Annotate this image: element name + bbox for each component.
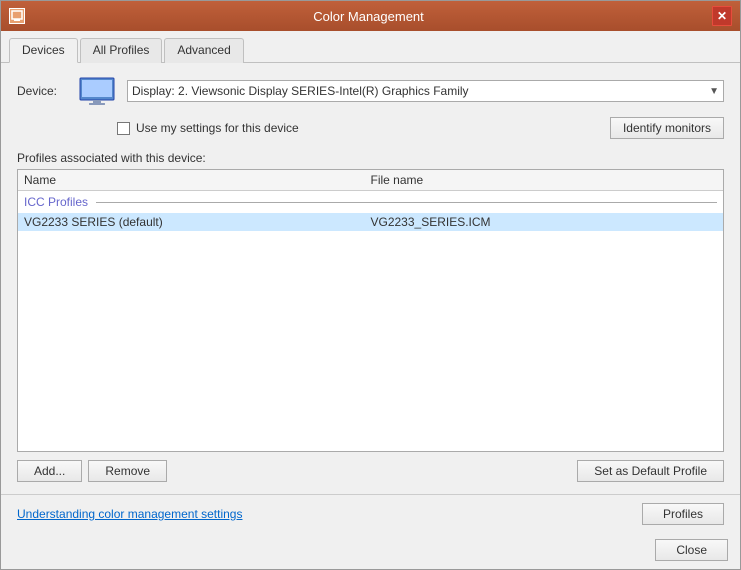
icc-divider xyxy=(96,202,717,203)
main-panel: Device: Display: 2. Viewsonic Display SE… xyxy=(1,63,740,494)
profile-filename: VG2233_SERIES.ICM xyxy=(371,215,718,229)
icc-group-label: ICC Profiles xyxy=(24,195,88,209)
close-window-button[interactable]: ✕ xyxy=(712,6,732,26)
set-default-button[interactable]: Set as Default Profile xyxy=(577,460,724,482)
action-buttons-row: Add... Remove Set as Default Profile xyxy=(17,460,724,482)
col-filename-header: File name xyxy=(371,173,718,187)
tab-all-profiles[interactable]: All Profiles xyxy=(80,38,163,63)
device-label: Device: xyxy=(17,84,67,98)
device-dropdown-text: Display: 2. Viewsonic Display SERIES-Int… xyxy=(132,84,705,98)
use-my-settings-checkbox[interactable] xyxy=(117,122,130,135)
profiles-section: Profiles associated with this device: Na… xyxy=(17,151,724,482)
icc-group-header: ICC Profiles xyxy=(18,191,723,213)
table-row[interactable]: VG2233 SERIES (default) VG2233_SERIES.IC… xyxy=(18,213,723,231)
help-link[interactable]: Understanding color management settings xyxy=(17,507,242,521)
use-my-settings-label: Use my settings for this device xyxy=(136,121,299,135)
left-buttons: Add... Remove xyxy=(17,460,167,482)
tab-bar: Devices All Profiles Advanced xyxy=(1,31,740,63)
window-content: Devices All Profiles Advanced Device: xyxy=(1,31,740,569)
window-title: Color Management xyxy=(25,9,712,24)
col-name-header: Name xyxy=(24,173,371,187)
device-dropdown[interactable]: Display: 2. Viewsonic Display SERIES-Int… xyxy=(127,80,724,102)
footer-bar: Close xyxy=(1,533,740,569)
window-icon xyxy=(9,8,25,24)
profiles-section-label: Profiles associated with this device: xyxy=(17,151,724,165)
tab-advanced[interactable]: Advanced xyxy=(164,38,243,63)
checkbox-row: Use my settings for this device Identify… xyxy=(17,117,724,139)
profiles-table: Name File name ICC Profiles VG2233 SERIE… xyxy=(17,169,724,452)
add-button[interactable]: Add... xyxy=(17,460,82,482)
profiles-button[interactable]: Profiles xyxy=(642,503,724,525)
dropdown-arrow-icon: ▼ xyxy=(709,86,719,97)
bottom-bar: Understanding color management settings … xyxy=(1,494,740,533)
monitor-icon xyxy=(77,75,117,107)
device-row: Device: Display: 2. Viewsonic Display SE… xyxy=(17,75,724,107)
table-header: Name File name xyxy=(18,170,723,191)
tab-devices[interactable]: Devices xyxy=(9,38,78,63)
table-body: ICC Profiles VG2233 SERIES (default) VG2… xyxy=(18,191,723,451)
title-bar: Color Management ✕ xyxy=(1,1,740,31)
profile-name: VG2233 SERIES (default) xyxy=(24,215,371,229)
color-management-window: Color Management ✕ Devices All Profiles … xyxy=(0,0,741,570)
close-button[interactable]: Close xyxy=(655,539,728,561)
identify-monitors-button[interactable]: Identify monitors xyxy=(610,117,724,139)
checkbox-group: Use my settings for this device xyxy=(117,121,299,135)
remove-button[interactable]: Remove xyxy=(88,460,167,482)
